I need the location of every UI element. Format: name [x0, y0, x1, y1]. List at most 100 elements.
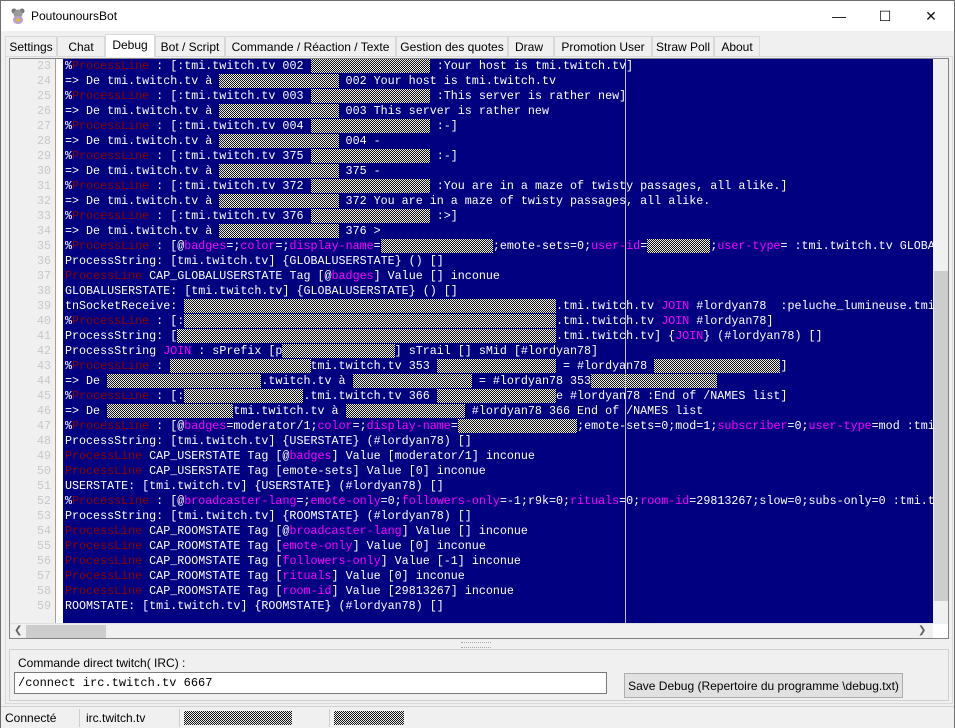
redacted-text [170, 359, 311, 373]
line-number: 48 [36, 434, 51, 448]
redacted-text [345, 404, 465, 418]
tab-settings[interactable]: Settings [5, 36, 57, 57]
log-text: : [: [149, 389, 185, 403]
log-text: =; [226, 239, 241, 253]
log-text: : [149, 359, 171, 373]
log-text: #lordyan78 :peluche_lumineuse.tmi.twitch… [696, 299, 933, 313]
tag-name: JOIN [163, 344, 192, 358]
minimize-button[interactable]: — [816, 1, 862, 31]
margin-guide-line [625, 59, 626, 624]
log-text: % [65, 89, 73, 103]
horizontal-scroll-thumb[interactable] [26, 625, 106, 638]
log-text: % [65, 359, 73, 373]
redacted-text [184, 389, 304, 403]
vertical-scrollbar[interactable] [933, 59, 948, 624]
log-text: tmi.twitch.tv à [233, 404, 346, 418]
redacted-text [457, 419, 578, 433]
tab-draw[interactable]: Draw [508, 36, 554, 57]
tab-debug[interactable]: Debug [105, 34, 155, 57]
splitter-handle[interactable] [461, 642, 491, 648]
log-line: => De .twitch.tv à = #lordyan78 353 [63, 374, 933, 389]
log-text: ProcessString: [tmi.twitch.tv] {GLOBALUS… [65, 254, 444, 268]
log-text: = #lordyan78 [555, 359, 655, 373]
log-line: => De tmi.twitch.tv à 004 - [63, 134, 933, 149]
log-text: tnSocketReceive: [65, 299, 185, 313]
log-text: GLOBALUSERSTATE: [tmi.twitch.tv] {GLOBAL… [65, 284, 458, 298]
log-line: %ProcessLine : [:tmi.twitch.tv 003 :This… [63, 89, 933, 104]
line-number: 59 [36, 599, 51, 613]
line-number: 38 [36, 284, 51, 298]
tab-straw-poll[interactable]: Straw Poll [652, 36, 714, 57]
log-text: #lordyan78 366 End of /NAMES list [464, 404, 704, 418]
line-number: 34 [36, 224, 51, 238]
irc-command-input[interactable] [14, 672, 607, 694]
bear-app-icon [11, 8, 25, 24]
line-number: 29 [36, 149, 51, 163]
tab-chat[interactable]: Chat [57, 36, 105, 57]
line-number: 36 [36, 254, 51, 268]
horizontal-scrollbar[interactable]: ❮ ❯ [10, 623, 933, 638]
debug-log-text[interactable]: %ProcessLine : [:tmi.twitch.tv 002 :Your… [63, 59, 933, 624]
processline-keyword: ProcessLine [65, 539, 143, 553]
tag-name: badges [289, 449, 332, 463]
log-text: % [65, 494, 73, 508]
tag-name: broadcaster-lang [289, 524, 402, 538]
redacted-text [219, 194, 339, 208]
tag-name: badges [184, 239, 227, 253]
save-debug-button[interactable]: Save Debug (Repertoire du programme \deb… [624, 673, 903, 698]
log-text: : [@ [149, 239, 185, 253]
tab-bot-script[interactable]: Bot / Script [155, 36, 225, 57]
tab-gestion-quotes[interactable]: Gestion des quotes [396, 36, 508, 57]
line-number-gutter: 23 24 25 26 27 28 29 30 31 32 33 34 35 36 37 38 39 40 41 42… [10, 59, 56, 624]
log-line: %ProcessLine : [@broadcaster-lang=;emote… [63, 494, 933, 509]
log-text: 003 This server is rather new [338, 104, 549, 118]
log-text: =0; [380, 494, 402, 508]
log-text: : [@ [149, 419, 185, 433]
vertical-scroll-thumb[interactable] [934, 271, 948, 601]
log-text: =0; [787, 419, 809, 433]
tab-promotion-user[interactable]: Promotion User [554, 36, 652, 57]
log-text: => De tmi.twitch.tv à [65, 164, 220, 178]
log-line: => De tmi.twitch.tv à 003 This server is… [63, 104, 933, 119]
line-number: 33 [36, 209, 51, 223]
line-number: 24 [36, 74, 51, 88]
log-text: } (#lordyan78) [] [703, 329, 823, 343]
processline-keyword: ProcessLine [72, 149, 150, 163]
log-text: :-] [429, 149, 458, 163]
log-text: =; [352, 419, 367, 433]
log-text: => De [65, 374, 108, 388]
tab-about[interactable]: About [714, 36, 760, 57]
log-text: ] Value [0] inconue [331, 569, 465, 583]
log-text: ProcessString: [tmi.twitch.tv] {ROOMSTAT… [65, 509, 472, 523]
tag-name: badges [184, 419, 227, 433]
scroll-left-icon[interactable]: ❮ [14, 625, 22, 636]
line-number: 56 [36, 554, 51, 568]
tag-name: JOIN [661, 314, 690, 328]
log-line: %ProcessLine : [@badges=moderator/1;colo… [63, 419, 933, 434]
redacted-text [107, 404, 234, 418]
log-line: %ProcessLine : [:tmi.twitch.tv 002 :Your… [63, 59, 933, 74]
maximize-button[interactable]: ☐ [862, 1, 908, 31]
log-text: ;emote-sets=0; [492, 239, 592, 253]
log-text: .twitch.tv à [261, 374, 353, 388]
log-text: =-1;r9k=0; [499, 494, 571, 508]
log-line: ProcessLine CAP_ROOMSTATE Tag [rituals] … [63, 569, 933, 584]
tag-name: followers-only [282, 554, 381, 568]
processline-keyword: ProcessLine [65, 269, 143, 283]
scroll-right-icon[interactable]: ❯ [918, 625, 926, 636]
line-number: 28 [36, 134, 51, 148]
log-text: .tmi.twitch.tv] { [555, 329, 676, 343]
processline-keyword: ProcessLine [72, 119, 150, 133]
tag-name: room-id [282, 584, 332, 598]
processline-keyword: ProcessLine [72, 494, 150, 508]
log-line: ProcessString: [tmi.twitch.tv] {USERSTAT… [63, 434, 933, 449]
processline-keyword: ProcessLine [72, 59, 150, 73]
close-button[interactable]: ✕ [908, 1, 954, 31]
log-text: ;emote-sets=0;mod=1; [577, 419, 718, 433]
redacted-text [436, 359, 556, 373]
debug-log-editor[interactable]: 23 24 25 26 27 28 29 30 31 32 33 34 35 36 37 38 39 40 41 42… [9, 58, 949, 639]
processline-keyword: ProcessLine [65, 554, 143, 568]
tab-commande-reaction-texte[interactable]: Commande / Réaction / Texte [225, 36, 396, 57]
connection-status: Connecté [5, 711, 57, 725]
tag-name: color [317, 419, 353, 433]
